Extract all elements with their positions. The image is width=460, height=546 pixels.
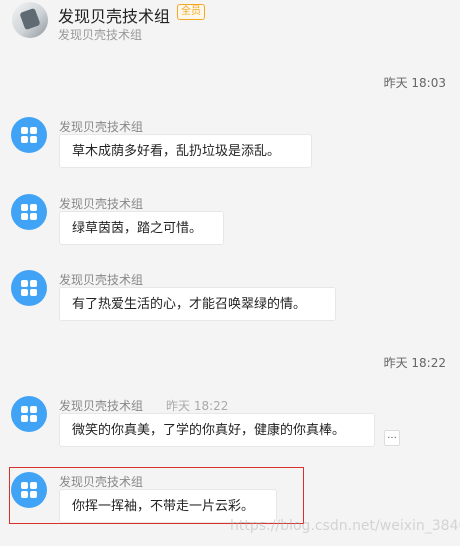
sender-name: 发现贝壳技术组 bbox=[59, 273, 144, 287]
message-bubble[interactable]: 有了热爱生活的心，才能召唤翠绿的情。 bbox=[59, 287, 336, 321]
sender-name: 发现贝壳技术组 bbox=[59, 399, 144, 413]
highlight-box bbox=[9, 467, 304, 524]
all-members-badge: 全员 bbox=[177, 4, 205, 20]
sender-avatar[interactable] bbox=[11, 194, 47, 230]
message-time: 昨天 18:22 bbox=[166, 399, 229, 413]
message-bubble[interactable]: 绿草茵茵，踏之可惜。 bbox=[59, 211, 224, 245]
chat-header: 发现贝壳技术组 全员 发现贝壳技术组 bbox=[0, 0, 460, 46]
sender-name: 发现贝壳技术组 bbox=[59, 120, 144, 134]
message-bubble[interactable]: 微笑的你真美，了学的你真好，健康的你真棒。 bbox=[59, 413, 375, 447]
time-separator: 昨天 18:03 bbox=[383, 76, 446, 90]
chat-title[interactable]: 发现贝壳技术组 bbox=[58, 3, 170, 27]
sender-name: 发现贝壳技术组 bbox=[59, 197, 144, 211]
time-separator: 昨天 18:22 bbox=[383, 356, 446, 370]
watermark: https://blog.csdn.net/weixin_38407595 bbox=[230, 518, 460, 534]
sender-avatar[interactable] bbox=[11, 396, 47, 432]
message-bubble[interactable]: 草木成荫多好看，乱扔垃圾是添乱。 bbox=[59, 134, 312, 168]
chat-subtitle: 发现贝壳技术组 bbox=[58, 28, 143, 42]
more-options-button[interactable]: ... bbox=[384, 430, 400, 446]
sender-avatar[interactable] bbox=[11, 117, 47, 153]
sender-avatar[interactable] bbox=[11, 270, 47, 306]
group-avatar[interactable] bbox=[12, 2, 48, 38]
